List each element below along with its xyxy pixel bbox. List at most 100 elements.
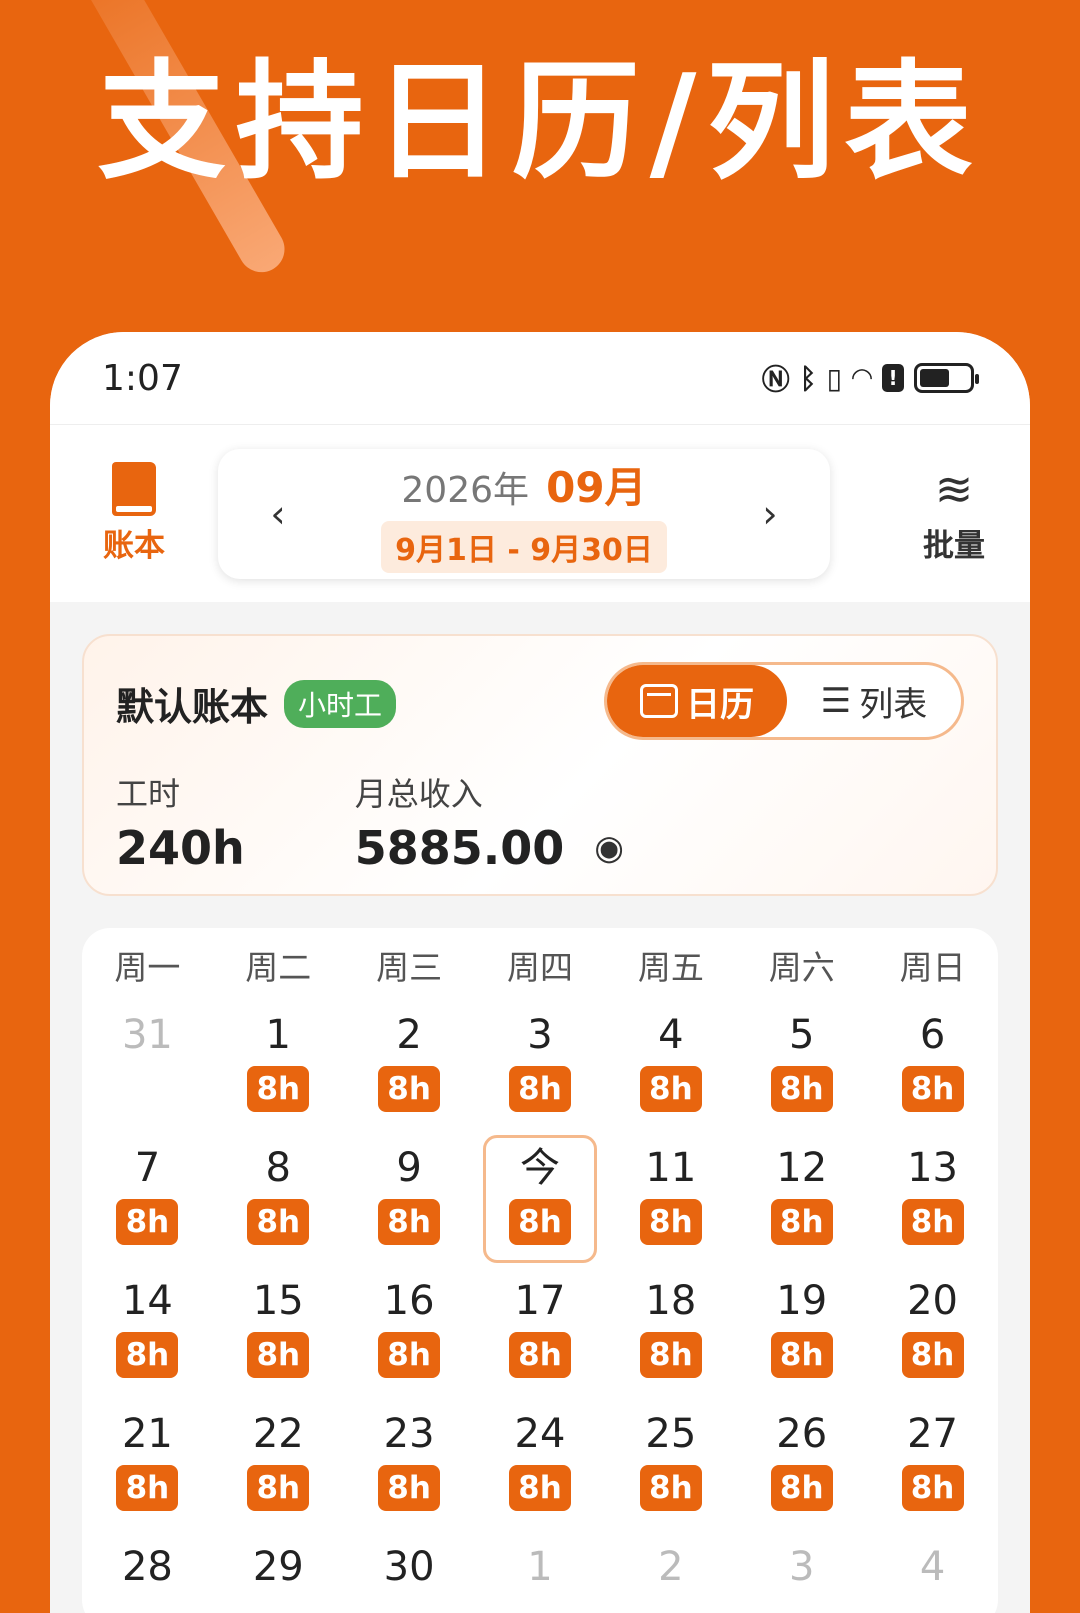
date-display[interactable]: 2026年 09月 9月1日 - 9月30日 — [381, 454, 667, 573]
calendar-view-button[interactable]: 日历 — [607, 665, 787, 737]
hours-badge: 8h — [116, 1465, 179, 1511]
calendar-day[interactable]: 2 — [605, 1524, 736, 1613]
day-number: 28 — [121, 1544, 173, 1590]
day-number: 29 — [252, 1544, 304, 1590]
calendar-day[interactable]: 3 — [736, 1524, 867, 1613]
hours-badge: 8h — [639, 1199, 702, 1245]
calendar-day[interactable]: 19 8h — [736, 1258, 867, 1391]
weekday-label: 周一 — [114, 948, 181, 987]
day-number: 4 — [658, 1012, 684, 1058]
day-number: 2 — [658, 1544, 684, 1590]
calendar-day[interactable]: 25 8h — [605, 1391, 736, 1524]
income-stat: 月总收入 5885.00 ◉ — [355, 769, 624, 875]
calendar-day[interactable]: 22 8h — [213, 1391, 344, 1524]
status-bar: 1:07 Ⓝ ᛒ ▯ ◠ ! — [50, 332, 1030, 424]
hours-stat: 工时 240h — [116, 769, 245, 875]
calendar-day[interactable]: 11 8h — [605, 1125, 736, 1258]
calendar-day[interactable]: 26 8h — [736, 1391, 867, 1524]
calendar-day[interactable]: 1 8h — [213, 992, 344, 1125]
hours-badge: 8h — [770, 1332, 833, 1378]
vibrate-icon: ▯ — [826, 361, 842, 395]
list-icon: ☰ — [820, 681, 852, 721]
day-number: 23 — [383, 1411, 435, 1457]
calendar-day[interactable]: 28 — [82, 1524, 213, 1613]
day-number: 4 — [919, 1544, 946, 1590]
day-number: 6 — [919, 1012, 946, 1058]
battery-icon — [914, 363, 979, 393]
book-name: 默认账本 — [116, 685, 269, 729]
batch-button[interactable]: ≋ 批量 — [914, 462, 994, 565]
calendar-day[interactable]: 18 8h — [605, 1258, 736, 1391]
hours-badge: 8h — [770, 1066, 833, 1112]
hours-badge: 8h — [378, 1465, 441, 1511]
day-number: 7 — [134, 1145, 161, 1191]
calendar-day[interactable]: 6 8h — [867, 992, 998, 1125]
calendar-day[interactable]: 1 — [475, 1524, 606, 1613]
calendar-day[interactable]: 21 8h — [82, 1391, 213, 1524]
calendar-day[interactable]: 9 8h — [344, 1125, 475, 1258]
hours-badge: 8h — [901, 1465, 964, 1511]
ledger-button[interactable]: 账本 — [94, 462, 174, 565]
day-number: 1 — [527, 1544, 553, 1590]
batch-label: 批量 — [923, 528, 985, 564]
day-number: 11 — [645, 1145, 697, 1191]
calendar-day[interactable]: 29 — [213, 1524, 344, 1613]
calendar-week-row: 28 29 30 1 2 3 4 — [82, 1524, 998, 1613]
calendar-day[interactable]: 23 8h — [344, 1391, 475, 1524]
calendar-day[interactable]: 8 8h — [213, 1125, 344, 1258]
month-selector: ‹ 2026年 09月 9月1日 - 9月30日 › — [218, 448, 830, 579]
calendar-day[interactable]: 12 8h — [736, 1125, 867, 1258]
date-range: 9月1日 - 9月30日 — [381, 521, 667, 573]
day-number: 16 — [383, 1278, 435, 1324]
day-number: 20 — [907, 1278, 959, 1324]
calendar-day[interactable]: 2 8h — [344, 992, 475, 1125]
hours-badge: 8h — [901, 1332, 964, 1378]
day-number: 15 — [252, 1278, 304, 1324]
weekday-label: 周五 — [637, 948, 704, 987]
day-number: 8 — [265, 1145, 291, 1191]
hours-badge: 8h — [247, 1332, 310, 1378]
day-number: 31 — [121, 1012, 173, 1058]
calendar-day[interactable]: 5 8h — [736, 992, 867, 1125]
calendar-day[interactable]: 7 8h — [82, 1125, 213, 1258]
calendar-day[interactable]: 3 8h — [475, 992, 606, 1125]
next-month-button[interactable]: › — [750, 492, 790, 536]
hours-badge: 8h — [378, 1332, 441, 1378]
calendar-day[interactable]: 30 — [344, 1524, 475, 1613]
calendar-day[interactable]: 27 8h — [867, 1391, 998, 1524]
calendar-icon — [640, 684, 678, 718]
prev-month-button[interactable]: ‹ — [258, 492, 298, 536]
calendar-day[interactable]: 4 8h — [605, 992, 736, 1125]
hours-badge: 8h — [770, 1465, 833, 1511]
calendar-day[interactable]: 4 — [867, 1524, 998, 1613]
hours-value: 240h — [116, 821, 245, 875]
calendar-day[interactable]: 31 — [82, 992, 213, 1125]
status-time: 1:07 — [102, 357, 183, 399]
bluetooth-icon: ᛒ — [799, 361, 817, 395]
calendar-day[interactable]: 17 8h — [475, 1258, 606, 1391]
hours-badge: 8h — [639, 1332, 702, 1378]
calendar-day[interactable]: 24 8h — [475, 1391, 606, 1524]
hours-badge: 8h — [901, 1066, 964, 1112]
eye-icon[interactable]: ◉ — [594, 828, 624, 868]
day-number: 19 — [776, 1278, 828, 1324]
list-view-button[interactable]: ☰ 列表 — [787, 677, 961, 726]
day-number: 5 — [788, 1012, 815, 1058]
weekday-label: 周二 — [245, 948, 312, 987]
list-view-label: 列表 — [859, 684, 928, 725]
day-number: 14 — [121, 1278, 173, 1324]
hours-badge: 8h — [508, 1465, 571, 1511]
calendar-day[interactable]: 16 8h — [344, 1258, 475, 1391]
view-toggle: 日历 ☰ 列表 — [604, 662, 964, 740]
nfc-icon: Ⓝ — [761, 363, 790, 396]
calendar-day[interactable]: 15 8h — [213, 1258, 344, 1391]
day-number: 9 — [396, 1145, 422, 1191]
summary-card: 默认账本 小时工 日历 ☰ 列表 工时 240h 月总收入 5885.00 ◉ — [82, 634, 998, 896]
wifi-icon: ◠ — [852, 363, 872, 393]
calendar-day[interactable]: 13 8h — [867, 1125, 998, 1258]
calendar-day[interactable]: 20 8h — [867, 1258, 998, 1391]
day-number: 3 — [527, 1012, 553, 1058]
calendar-grid: 周一 周二 周三 周四 周五 周六 周日 31 1 8h 2 8h 3 8h 4 8h 5 8h 6 8… — [82, 928, 998, 1613]
calendar-day[interactable]: 14 8h — [82, 1258, 213, 1391]
calendar-day-today[interactable]: 今 8h — [475, 1125, 606, 1263]
